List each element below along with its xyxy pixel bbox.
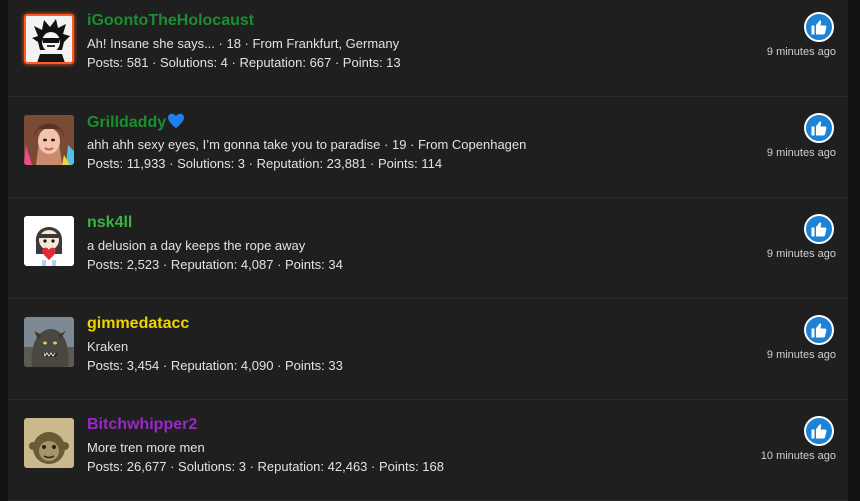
timestamp: 9 minutes ago: [766, 349, 836, 361]
sepia-monkey-avatar: [24, 418, 74, 468]
colorful-hair-avatar: [24, 115, 74, 165]
user-stats: Posts: 26,677 · Solutions: 3 · Reputatio…: [87, 459, 444, 474]
list-item: Bitchwhipper2 More tren more men Posts: …: [8, 400, 848, 501]
thumbs-up-icon: [811, 424, 827, 439]
avatar[interactable]: [24, 115, 74, 165]
like-button[interactable]: [804, 113, 834, 143]
user-bio: Ah! Insane she says... · 18 · From Frank…: [87, 36, 400, 51]
blue-heart-icon: [168, 113, 185, 129]
user-stats: Posts: 11,933 · Solutions: 3 · Reputatio…: [87, 156, 443, 171]
username-link[interactable]: nsk4ll: [87, 214, 132, 232]
username-link[interactable]: iGoontoTheHolocaust: [87, 12, 254, 30]
avatar[interactable]: [24, 14, 74, 64]
user-stats: Posts: 581 · Solutions: 4 · Reputation: …: [87, 55, 401, 70]
list-item: nsk4ll a delusion a day keeps the rope a…: [8, 198, 848, 299]
user-bio: a delusion a day keeps the rope away: [87, 238, 306, 253]
timestamp: 9 minutes ago: [766, 248, 836, 260]
user-bio: More tren more men: [87, 440, 205, 455]
list-item: Grilldaddy ahh ahh sexy eyes, I’m gonna …: [8, 97, 848, 198]
user-stats: Posts: 2,523 · Reputation: 4,087 · Point…: [87, 257, 343, 272]
like-button[interactable]: [804, 315, 834, 345]
avatar[interactable]: [24, 418, 74, 468]
thumbs-up-icon: [811, 121, 827, 136]
anime-girl-heart-avatar: [24, 216, 74, 266]
user-bio: Kraken: [87, 339, 129, 354]
list-item: iGoontoTheHolocaust Ah! Insane she says.…: [8, 0, 848, 97]
like-button[interactable]: [804, 12, 834, 42]
member-list-panel: iGoontoTheHolocaust Ah! Insane she says.…: [8, 0, 848, 501]
user-stats: Posts: 3,454 · Reputation: 4,090 · Point…: [87, 358, 343, 373]
like-button[interactable]: [804, 214, 834, 244]
like-button[interactable]: [804, 416, 834, 446]
timestamp: 10 minutes ago: [760, 450, 836, 462]
timestamp: 9 minutes ago: [766, 147, 836, 159]
thumbs-up-icon: [811, 222, 827, 237]
username-link[interactable]: gimmedatacc: [87, 315, 189, 333]
dark-haired-character-avatar: [26, 16, 72, 62]
user-bio: ahh ahh sexy eyes, I’m gonna take you to…: [87, 137, 527, 152]
list-item: gimmedatacc Kraken Posts: 3,454 · Reputa…: [8, 299, 848, 400]
avatar[interactable]: [24, 216, 74, 266]
thumbs-up-icon: [811, 323, 827, 338]
username-link[interactable]: Grilldaddy: [87, 113, 185, 132]
username-text: Grilldaddy: [87, 114, 167, 131]
thumbs-up-icon: [811, 20, 827, 35]
kraken-creature-avatar: [24, 317, 74, 367]
username-link[interactable]: Bitchwhipper2: [87, 416, 197, 434]
timestamp: 9 minutes ago: [766, 46, 836, 58]
avatar[interactable]: [24, 317, 74, 367]
